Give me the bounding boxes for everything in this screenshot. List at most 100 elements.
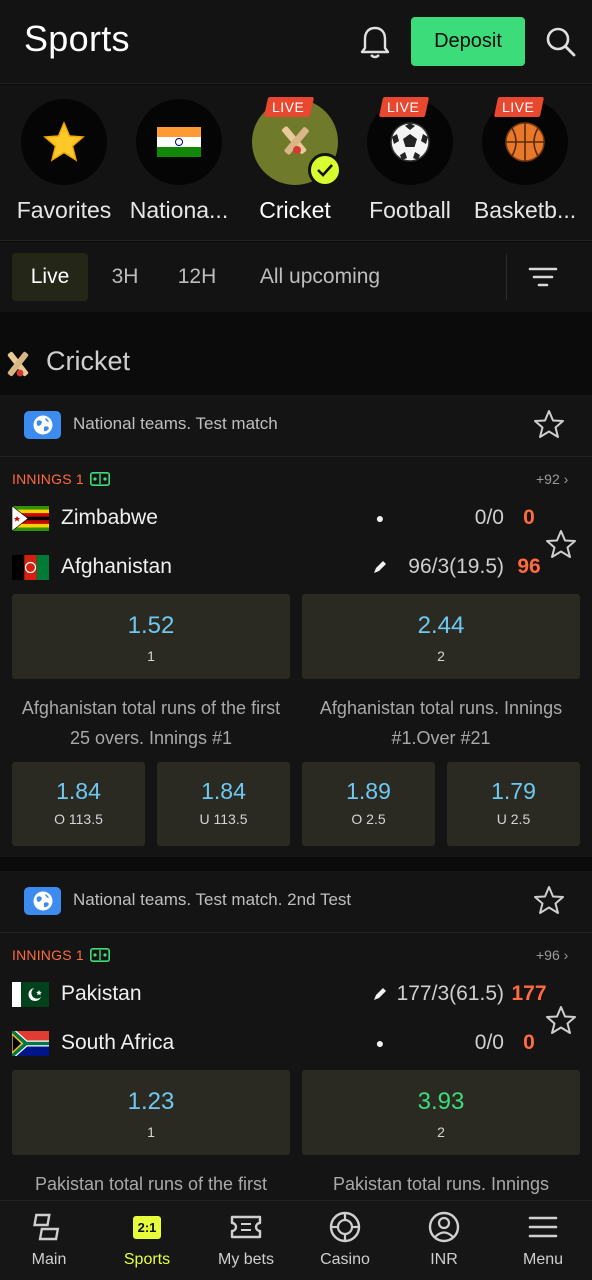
league-header[interactable]: National teams. Test match. 2nd Test (0, 871, 592, 933)
scoreboard-icon (89, 472, 110, 486)
odds-label: 1 (147, 648, 155, 664)
odds-label: U 113.5 (199, 811, 248, 827)
nav-label: INR (430, 1251, 458, 1268)
globe-icon (24, 411, 61, 439)
live-badge: LIVE (493, 97, 545, 117)
zimbabwe-flag-icon (12, 505, 49, 531)
top-bar: Sports Deposit (0, 0, 592, 84)
account-icon (428, 1211, 460, 1243)
deposit-button[interactable]: Deposit (411, 17, 525, 66)
league-name: National teams. Test match (73, 414, 278, 433)
odds-label: 2 (437, 1124, 445, 1140)
innings-label: INNINGS 1 (12, 471, 84, 487)
basketball-circle: LIVE (482, 97, 568, 185)
section-title: Cricket (46, 346, 131, 376)
nav-inr[interactable]: INR (395, 1209, 493, 1269)
match-favorite-star-icon[interactable] (545, 529, 577, 559)
team-row: South Africa ● 0/0 0 (12, 1028, 582, 1058)
odds-label: O 113.5 (54, 811, 103, 827)
odds-button-over[interactable]: 1.89 O 2.5 (302, 762, 435, 846)
nav-label: My bets (217, 1251, 274, 1268)
match-card: National teams. Test match. 2nd Test INN… (0, 871, 592, 1201)
casino-chip-icon (329, 1211, 361, 1243)
league-header[interactable]: National teams. Test match (0, 395, 592, 457)
category-cricket[interactable]: LIVE Cricket (237, 97, 353, 224)
category-label: Nationa... (129, 197, 229, 223)
pakistan-flag-icon (12, 981, 49, 1007)
odds-button-1[interactable]: 1.52 1 (12, 594, 290, 679)
market-title: Pakistan total runs of the first (34, 1174, 268, 1194)
category-label: Football (369, 197, 451, 223)
basketball-icon (505, 122, 545, 162)
team-name: Zimbabwe (61, 506, 158, 529)
favorite-star-icon[interactable] (533, 409, 565, 439)
odds-button-under[interactable]: 1.84 U 113.5 (157, 762, 290, 846)
bowling-pen-icon (374, 561, 386, 573)
sports-score-icon: 2:1 (132, 1215, 162, 1239)
match-favorite-star-icon[interactable] (545, 1005, 577, 1035)
market-title: Afghanistan total runs. Innings #1.Over … (319, 698, 563, 748)
national-circle (136, 99, 222, 185)
batting-ball-icon: ● (375, 510, 385, 526)
category-label: Favorites (16, 197, 112, 223)
football-circle: LIVE (367, 97, 453, 185)
bowling-pen-icon (374, 988, 386, 1000)
nav-menu[interactable]: Menu (494, 1209, 592, 1269)
globe-icon (24, 887, 61, 915)
cricket-circle: LIVE (252, 97, 342, 187)
more-markets-link[interactable]: +92 › (536, 471, 568, 487)
team-row: Zimbabwe ● 0/0 0 (12, 503, 582, 533)
team-score: 96/3(19.5) (408, 555, 504, 578)
favorite-star-icon[interactable] (533, 885, 565, 915)
search-icon[interactable] (545, 26, 577, 58)
filter-live[interactable]: Live (12, 253, 88, 301)
odds-label: U 2.5 (496, 811, 531, 827)
team-row: Pakistan 177/3(61.5) 177 (12, 979, 582, 1009)
team-runs: 0 (523, 506, 535, 529)
bottom-nav: Main 2:1 Sports My bets Casino INR Menu (0, 1200, 592, 1280)
nav-label: Main (31, 1251, 67, 1268)
innings-status: INNINGS 1 (12, 947, 110, 963)
scoreboard-icon (89, 948, 110, 962)
innings-label: INNINGS 1 (12, 947, 84, 963)
page-title: Sports (24, 18, 130, 59)
match-body[interactable]: INNINGS 1 +96 › Pakistan 177/3(61.5) 177 (0, 933, 592, 1201)
bell-icon[interactable] (358, 24, 392, 60)
odds-value: 1.84 (201, 778, 246, 804)
batting-ball-icon: ● (375, 1035, 385, 1051)
south-africa-flag-icon (12, 1030, 49, 1056)
category-favorites[interactable]: Favorites (6, 99, 122, 224)
odds-value: 2.44 (417, 612, 465, 639)
odds-value: 3.93 (417, 1088, 465, 1115)
odds-button-2[interactable]: 3.93 2 (302, 1070, 580, 1155)
odds-value: 1.52 (127, 612, 175, 639)
filter-all-upcoming[interactable]: All upcoming (250, 253, 390, 301)
filter-3h[interactable]: 3H (100, 253, 150, 301)
category-basketball[interactable]: LIVE Basketb... (467, 97, 583, 224)
odds-button-under[interactable]: 1.79 U 2.5 (447, 762, 580, 846)
favorites-circle (21, 99, 107, 185)
nav-sports[interactable]: 2:1 Sports (98, 1209, 196, 1269)
cricket-icon (281, 126, 309, 155)
selected-check-icon (308, 153, 342, 187)
nav-main[interactable]: Main (0, 1209, 98, 1269)
section-cricket: Cricket (0, 340, 592, 390)
category-label: Basketb... (473, 197, 577, 223)
more-markets-link[interactable]: +96 › (536, 947, 568, 963)
team-runs: 177 (511, 982, 547, 1005)
category-football[interactable]: LIVE Football (352, 97, 468, 224)
category-national[interactable]: Nationa... (121, 99, 237, 224)
team-row: Afghanistan 96/3(19.5) 96 (12, 552, 582, 582)
sport-categories: Favorites Nationa... LIVE Cricket LIVE F… (0, 85, 592, 241)
odds-button-over[interactable]: 1.84 O 113.5 (12, 762, 145, 846)
league-name: National teams. Test match. 2nd Test (73, 890, 352, 909)
filter-icon[interactable] (528, 262, 558, 292)
odds-button-1[interactable]: 1.23 1 (12, 1070, 290, 1155)
odds-label: 1 (147, 1124, 155, 1140)
odds-value: 1.89 (346, 778, 391, 804)
nav-my-bets[interactable]: My bets (197, 1209, 295, 1269)
odds-button-2[interactable]: 2.44 2 (302, 594, 580, 679)
filter-12h[interactable]: 12H (168, 253, 226, 301)
match-body[interactable]: INNINGS 1 +92 › Zimbabwe ● 0/0 0 Afghani… (0, 457, 592, 857)
nav-casino[interactable]: Casino (296, 1209, 394, 1269)
